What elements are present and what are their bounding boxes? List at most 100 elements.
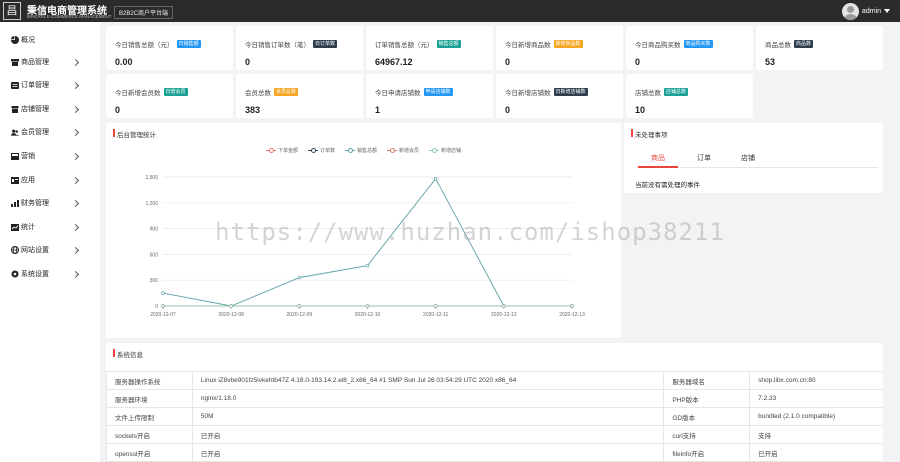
table-cell: 已开启 [191, 443, 665, 462]
sidebar-item-site-settings[interactable]: 网站设置 [0, 240, 100, 260]
chevron-right-icon [71, 128, 80, 136]
table-row: 服务器操作系统 Linux iZ8vbe901fz5ivkehtb47Z 4.1… [106, 371, 883, 390]
table-cell: shop.libx.com.cn:80 [749, 371, 883, 390]
table-cell: GD版本 [663, 407, 751, 426]
marketing-icon [11, 152, 19, 160]
sidebar-item-members[interactable]: 会员管理 [0, 122, 100, 142]
data-point [161, 291, 165, 295]
x-tick-label: 2020-12-10 [355, 312, 381, 318]
table-cell: 支持 [749, 425, 883, 444]
table-row: openssl开启 已开启 fileinfo开启 已开启 [106, 443, 883, 462]
top-bar: 昌 秉信电商管理系统 BINGXIN E-COMMERCE MANAGEMENT… [0, 0, 900, 22]
data-point [297, 275, 302, 280]
caret-down-icon[interactable] [884, 9, 890, 13]
table-cell: curl支持 [663, 425, 751, 444]
series-line [162, 177, 572, 307]
stat-card-goods-total: 商品总数 商品数 53 [756, 26, 883, 70]
stat-value: 53 [765, 57, 776, 67]
user-menu[interactable]: admin [841, 2, 890, 20]
sidebar-item-stats[interactable]: 统计 [0, 217, 100, 237]
stat-tag: 日增会员 [163, 88, 188, 96]
sidebar-item-label: 营销 [21, 153, 35, 160]
line-chart: 0 300 600 900 1,200 1,500 2020-12-07 2020-12-08… [145, 175, 585, 318]
data-point [502, 304, 506, 308]
username[interactable]: admin [862, 8, 881, 15]
tab-orders[interactable]: 订单 [684, 153, 724, 163]
stat-label: 今日销售总额（元） [115, 42, 174, 49]
y-tick-label: 0 [155, 304, 158, 310]
stat-tag: 商品数 [794, 40, 814, 48]
stat-card-sales-total: 订单销售总额（元） 销售总额 64967.12 [366, 26, 493, 70]
sidebar-item-stores[interactable]: 店铺管理 [0, 99, 100, 119]
settings-icon [11, 270, 19, 278]
stat-tag: 日订单数 [313, 40, 338, 48]
x-tick-label: 2020-12-07 [150, 312, 176, 318]
sidebar-item-orders[interactable]: 订单管理 [0, 75, 100, 95]
data-point [570, 304, 574, 308]
stat-card-new-members: 今日新增会员数 日增会员 0 [106, 74, 233, 118]
sidebar: 概况 商品管理 订单管理 店铺管理 会员管理 营销 应用 财务管理 统计 网站设… [0, 22, 100, 462]
brand-subtitle: BINGXIN E-COMMERCE MANAGEMENT [27, 14, 112, 19]
stat-card-stores-total: 店铺总数 店铺总数 10 [626, 74, 753, 118]
table-cell: fileinfo开启 [663, 443, 751, 462]
sidebar-item-system-settings[interactable]: 系统设置 [0, 264, 100, 284]
chevron-right-icon [71, 270, 80, 278]
stat-label: 今日商品购买数 [635, 42, 681, 49]
sidebar-item-finance[interactable]: 财务管理 [0, 193, 100, 213]
sysinfo-panel: 系统信息 服务器操作系统 Linux iZ8vbe901fz5ivkehtb47… [106, 343, 883, 462]
data-point [365, 304, 370, 308]
stat-label: 订单销售总额（元） [375, 42, 434, 49]
stat-tag: 新增商品数 [553, 40, 583, 48]
stat-label: 会员总数 [245, 90, 271, 97]
table-row: 服务器环境 nginx/1.18.0 PHP版本 7.2.33 [106, 389, 883, 408]
stat-tag: 商品购买数 [683, 40, 713, 48]
stats-icon [11, 223, 19, 231]
shop-icon [11, 58, 19, 66]
sidebar-item-label: 概况 [21, 37, 35, 44]
sidebar-item-label: 商品管理 [21, 59, 49, 66]
avatar[interactable] [841, 2, 859, 20]
stat-value: 64967.12 [375, 57, 413, 67]
table-cell: 服务器域名 [663, 371, 751, 390]
data-point [229, 304, 233, 308]
table-cell: Linux iZ8vbe901fz5ivkehtb47Z 4.18.0-193.… [191, 371, 665, 390]
stat-value: 0 [635, 57, 641, 67]
panel-title: 系统信息 [113, 349, 143, 359]
empty-message: 当前没有需处理的事件 [635, 182, 700, 189]
chevron-right-icon [71, 81, 80, 89]
sidebar-item-label: 订单管理 [21, 82, 49, 89]
table-row: 文件上传限制 50M GD版本 bundled (2.1.0 compatibl… [106, 407, 883, 426]
store-icon [11, 105, 19, 113]
table-cell: 服务器环境 [106, 389, 193, 408]
sidebar-item-goods[interactable]: 商品管理 [0, 52, 100, 72]
chevron-right-icon [71, 199, 80, 207]
stat-card-sales-today: 今日销售总额（元） 日销售额 0.00 [106, 26, 233, 70]
x-tick-label: 2020-12-08 [218, 312, 244, 318]
x-tick-label: 2020-12-12 [491, 312, 517, 318]
stat-label: 今日申请店铺数 [375, 90, 421, 97]
stat-value: 0.00 [115, 57, 133, 67]
table-cell: nginx/1.18.0 [191, 389, 665, 408]
sidebar-item-marketing[interactable]: 营销 [0, 146, 100, 166]
sidebar-item-overview[interactable]: 概况 [0, 30, 100, 50]
stat-label: 店铺总数 [635, 90, 661, 97]
y-tick-label: 1,500 [145, 175, 158, 181]
stat-label: 今日新增店铺数 [505, 90, 551, 97]
chart-panel: 后台管理统计 下单金额 订单数 销售总额 新增会员 新增店铺 0 300 600 90… [106, 123, 621, 338]
sidebar-item-label: 店铺管理 [21, 106, 49, 113]
panel-title: 未处理事项 [631, 129, 668, 139]
stat-card-orders-today: 今日销售订单数（笔） 日订单数 0 [236, 26, 363, 70]
sidebar-item-label: 财务管理 [21, 200, 49, 207]
data-point [433, 304, 438, 308]
table-cell: sockets开启 [106, 425, 193, 444]
chevron-right-icon [71, 176, 80, 184]
stat-tag: 销售总额 [436, 40, 461, 48]
tab-goods[interactable]: 商品 [638, 153, 678, 163]
logo: 昌 [3, 2, 21, 20]
stat-value: 10 [635, 105, 646, 115]
sidebar-item-apps[interactable]: 应用 [0, 170, 100, 190]
tab-stores[interactable]: 店铺 [728, 153, 768, 163]
stat-value: 0 [505, 105, 511, 115]
table-cell: 文件上传限制 [106, 407, 193, 426]
stat-card-goods-purchased: 今日商品购买数 商品购买数 0 [626, 26, 753, 70]
